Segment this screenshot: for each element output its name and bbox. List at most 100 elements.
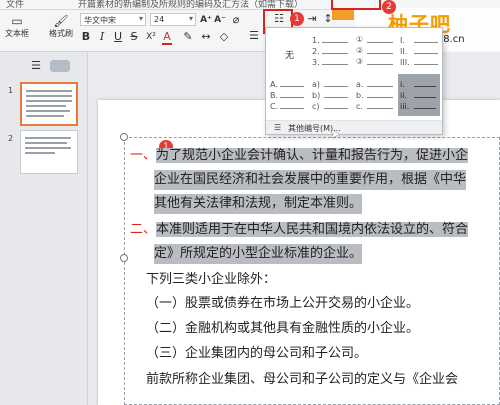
eraser-icon[interactable]: ◇ (218, 31, 230, 43)
textbox-button[interactable]: ▭ 文本框 (2, 14, 32, 39)
outline-view-icon[interactable]: ☰ (30, 60, 42, 72)
thumb-line (26, 100, 72, 102)
paragraph-2-line-1: 二、本准则适用于在中华人民共和国境内依法设立的、符合 (130, 220, 469, 240)
sample-line (367, 86, 393, 87)
sample-line (414, 64, 438, 65)
orange-tab-indicator (332, 10, 354, 20)
step-badge-1-ribbon: 1 (290, 12, 304, 26)
sample-line (280, 86, 304, 87)
sample-line (324, 97, 348, 98)
sample-line (280, 108, 304, 109)
slide-thumb-2[interactable] (20, 130, 78, 174)
paragraph-1-line-3: 其他有关法律和法规，制定本准则。 (154, 194, 363, 214)
paragraph-2-text: 本准则适用于在中华人民共和国境内依法设立的、符合 (156, 222, 469, 237)
thumb-line (25, 142, 67, 144)
thumb-line (26, 110, 70, 112)
format-brush-label: 格式刷 (49, 29, 73, 38)
paragraph-7: 前款所称企业集团、母公司和子公司的定义与《企业会 (146, 372, 459, 387)
lower-alpha-2: b. (356, 91, 364, 100)
highlight-icon[interactable]: ✎ (182, 31, 194, 43)
paragraph-1-text: 为了规范小企业会计确认、计量和报告行为，促进小企 (156, 148, 469, 163)
slide-thumb-1[interactable] (20, 82, 78, 126)
format-brush-icon: 🖌 (53, 14, 69, 28)
paragraph-1-line-2: 企业在国民经济和社会发展中的重要作用，根据《中华 (154, 170, 467, 190)
circled-2: ② (356, 46, 364, 55)
paragraph-1-number: 一、 (130, 148, 157, 163)
indent-icon[interactable]: ⇥ (306, 13, 318, 25)
circled-3: ③ (356, 57, 364, 66)
font-color-icon[interactable]: A (162, 31, 172, 45)
align-left-icon[interactable]: ☰ (248, 30, 260, 42)
sample-line (324, 108, 348, 109)
clear-format-icon[interactable]: ⌀ (230, 14, 242, 26)
sample-line (322, 64, 348, 65)
paren-alpha-2: b) (312, 91, 321, 100)
sample-line (414, 86, 436, 87)
slide-view-icon[interactable] (50, 60, 70, 72)
sample-line (322, 42, 348, 43)
lower-roman-2: ii. (400, 91, 407, 100)
paragraph-5: （二）金融机构或其他具有金融性质的小企业。 (146, 321, 420, 336)
sample-line (367, 64, 393, 65)
thumb-line (26, 95, 72, 97)
numeric-3: 3. (312, 58, 320, 67)
paren-alpha-3: c) (312, 102, 320, 111)
thumb-line (25, 152, 55, 154)
textbox-handle[interactable] (120, 254, 128, 262)
sample-line (280, 97, 304, 98)
textbox-label: 文本框 (5, 29, 29, 38)
thumb-line (26, 90, 72, 92)
bold-icon[interactable]: B (80, 31, 92, 43)
upper-alpha-1: A. (270, 80, 278, 89)
format-brush-button[interactable]: 🖌 格式刷 (46, 14, 76, 39)
mouse-cursor-icon: ➤ (330, 127, 341, 141)
roman-3: III. (400, 58, 410, 67)
slide-number-2: 2 (8, 134, 14, 143)
more-numbering-icon: ☰ (274, 123, 282, 132)
sample-line (324, 86, 348, 87)
roman-2: II. (400, 47, 408, 56)
thumb-line (25, 137, 71, 139)
numbering-none-option[interactable]: 无 (285, 48, 294, 61)
italic-icon[interactable]: I (96, 31, 108, 43)
lower-roman-1: i. (400, 80, 405, 89)
char-spacing-icon[interactable]: ↔ (200, 31, 212, 43)
underline-icon[interactable]: U (112, 31, 124, 43)
paragraph-group-highlight (331, 0, 381, 10)
textbox-handle[interactable] (120, 133, 128, 141)
sample-line (322, 53, 348, 54)
sample-line (367, 42, 393, 43)
font-size-select[interactable]: 24 (150, 13, 196, 26)
sample-line (414, 53, 438, 54)
step-badge-2-ribbon: 2 (382, 0, 396, 14)
lower-alpha-3: c. (356, 102, 363, 111)
sample-line (414, 42, 438, 43)
file-menu-label[interactable]: 文件 (6, 0, 24, 9)
superscript-icon[interactable]: X² (143, 31, 159, 43)
shrink-font-icon[interactable]: A⁻ (214, 14, 226, 26)
paragraph-3: 下列三类小企业除外： (146, 272, 277, 287)
upper-alpha-2: B. (270, 91, 279, 100)
paren-alpha-1: a) (312, 80, 321, 89)
upper-alpha-3: C. (270, 102, 279, 111)
circled-1: ① (356, 35, 364, 44)
sample-line (414, 97, 436, 98)
sample-line (367, 97, 393, 98)
lower-roman-3: iii. (400, 102, 410, 111)
paragraph-1-line-1: 一、为了规范小企业会计确认、计量和报告行为，促进小企 (130, 146, 469, 166)
grow-font-icon[interactable]: A⁺ (200, 14, 212, 26)
thumb-line (25, 147, 71, 149)
numeric-2: 2. (312, 47, 320, 56)
sample-line (367, 53, 393, 54)
paragraph-2-line-2: 定》所规定的小型企业标准的企业。 (154, 244, 363, 264)
slides-panel: ☰ 1 2 (0, 52, 88, 405)
paragraph-4: （一）股票或债券在市场上公开交易的小企业。 (146, 296, 420, 311)
paragraph-2-number: 二、 (130, 222, 157, 237)
strikethrough-icon[interactable]: S (128, 31, 140, 43)
roman-1: I. (400, 36, 405, 45)
lower-alpha-1: a. (356, 80, 364, 89)
font-name-select[interactable]: 华文中宋 (80, 13, 146, 26)
sample-line (367, 108, 393, 109)
thumb-line (26, 115, 64, 117)
thumb-line (26, 105, 66, 107)
